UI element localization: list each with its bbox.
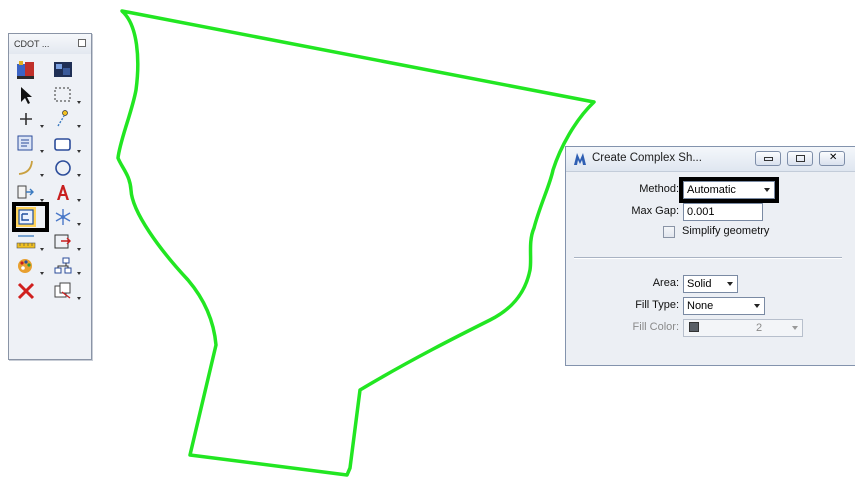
minimize-icon xyxy=(764,157,773,161)
fill-color-value: 2 xyxy=(755,322,763,334)
close-button[interactable]: ✕ xyxy=(819,151,845,166)
flyout-arrow-icon[interactable] xyxy=(40,198,44,202)
flyout-arrow-icon[interactable] xyxy=(40,272,44,275)
palette-tool-text[interactable] xyxy=(52,181,83,205)
fill-color-dropdown[interactable]: 2 xyxy=(683,319,803,337)
palette-tool-selection-box[interactable] xyxy=(52,83,83,107)
simplify-geometry-checkbox[interactable] xyxy=(663,226,675,238)
text-icon xyxy=(57,184,69,200)
flyout-arrow-icon[interactable] xyxy=(77,149,81,153)
fill-color-label-text: Fill Color: xyxy=(632,321,679,333)
dialog-separator xyxy=(574,257,842,259)
area-dropdown[interactable]: Solid xyxy=(683,275,738,293)
maximize-icon xyxy=(796,155,805,162)
copy-icon xyxy=(54,282,71,299)
chevron-down-icon xyxy=(764,188,770,192)
arc-icon xyxy=(18,160,33,175)
flyout-arrow-icon[interactable] xyxy=(40,125,44,128)
flyout-arrow-icon[interactable] xyxy=(77,100,81,104)
palette-tool-hierarchy[interactable] xyxy=(52,254,83,278)
palette-tool-copy[interactable] xyxy=(52,279,83,303)
fill-type-label-text: Fill Type: xyxy=(635,299,679,311)
hierarchy-icon xyxy=(54,257,72,274)
palette-tool-palette[interactable] xyxy=(15,254,46,278)
fill-type-label: Fill Type: xyxy=(635,299,679,311)
microstation-app-icon xyxy=(574,153,586,165)
simplify-geometry-label: Simplify geometry xyxy=(682,225,769,237)
chevron-down-icon xyxy=(727,282,733,286)
method-label: Method: xyxy=(639,183,679,195)
flyout-arrow-icon[interactable] xyxy=(77,125,81,128)
palette-tool-snowflake[interactable] xyxy=(52,205,83,229)
fill-type-value: None xyxy=(687,300,714,312)
area-label: Area: xyxy=(653,277,679,289)
palette-tool-seed-tool[interactable] xyxy=(15,58,46,82)
close-icon: ✕ xyxy=(829,152,838,163)
create-complex-shape-icon xyxy=(16,207,36,227)
palette-tool-fence[interactable] xyxy=(15,132,46,156)
measure-icon xyxy=(16,234,36,248)
area-value: Solid xyxy=(687,278,712,290)
simplify-geometry-label-text: Simplify geometry xyxy=(682,225,770,237)
palette-tool-view-tool[interactable] xyxy=(52,58,83,82)
place-point-icon xyxy=(57,110,68,127)
color-swatch-icon xyxy=(689,322,699,332)
select-arrow-icon xyxy=(21,86,32,104)
fill-type-dropdown[interactable]: None xyxy=(683,297,765,315)
seed-tool-icon xyxy=(17,61,34,79)
palette-tool-cell[interactable] xyxy=(15,181,46,205)
palette-tool-create-complex-shape[interactable] xyxy=(12,202,49,232)
flyout-arrow-icon[interactable] xyxy=(77,247,81,251)
max-gap-label-text: Max Gap: xyxy=(631,205,679,217)
palette-title: CDOT ... xyxy=(14,39,50,49)
place-line-cross-icon xyxy=(20,113,32,125)
flyout-arrow-icon[interactable] xyxy=(77,296,81,300)
palette-tool-circle[interactable] xyxy=(52,156,83,180)
palette-tool-select-arrow[interactable] xyxy=(15,83,46,107)
palette-tool-delete-x[interactable] xyxy=(15,279,46,303)
selection-box-icon xyxy=(54,87,71,101)
circle-icon xyxy=(55,160,71,176)
flyout-arrow-icon[interactable] xyxy=(77,272,81,275)
fence-icon xyxy=(17,135,33,150)
tool-palette: CDOT ... xyxy=(8,33,92,360)
dialog-title: Create Complex Sh... xyxy=(592,152,702,164)
palette-tool-arc[interactable] xyxy=(15,156,46,180)
chevron-down-icon xyxy=(754,304,760,308)
area-label-text: Area: xyxy=(652,277,679,289)
minimize-button[interactable] xyxy=(755,151,781,166)
rectangle-icon xyxy=(54,137,71,151)
flyout-arrow-icon[interactable] xyxy=(77,223,81,226)
method-dropdown[interactable]: Automatic xyxy=(679,177,779,203)
complex-shape-outline[interactable] xyxy=(116,9,596,477)
dialog-titlebar[interactable]: Create Complex Sh... ✕ xyxy=(566,147,855,172)
maximize-button[interactable] xyxy=(787,151,813,166)
palette-tool-rectangle[interactable] xyxy=(52,132,83,156)
flyout-arrow-icon[interactable] xyxy=(40,149,44,153)
palette-tool-place-line-cross[interactable] xyxy=(15,107,46,131)
flyout-arrow-icon[interactable] xyxy=(77,198,81,202)
flyout-arrow-icon[interactable] xyxy=(77,174,81,177)
palette-close-icon[interactable] xyxy=(78,39,86,47)
palette-tool-measure[interactable] xyxy=(15,230,46,254)
palette-tool-place-point[interactable] xyxy=(52,107,83,131)
delete-x-icon xyxy=(17,282,35,299)
fill-color-label: Fill Color: xyxy=(633,321,679,333)
cell-icon xyxy=(17,185,34,198)
snowflake-icon xyxy=(55,209,71,225)
palette-icon xyxy=(18,259,32,273)
flyout-arrow-icon[interactable] xyxy=(40,247,44,251)
flyout-arrow-icon[interactable] xyxy=(40,174,44,177)
max-gap-input[interactable]: 0.001 xyxy=(683,203,763,221)
create-complex-shape-dialog: Create Complex Sh... ✕ Method: Automatic… xyxy=(565,146,855,366)
move-icon xyxy=(54,234,71,248)
palette-tool-move[interactable] xyxy=(52,230,83,254)
chevron-down-icon xyxy=(792,326,798,330)
tool-grid xyxy=(12,58,83,303)
max-gap-label: Max Gap: xyxy=(631,205,679,217)
palette-titlebar[interactable]: CDOT ... xyxy=(9,34,91,54)
method-label-text: Method: xyxy=(639,183,679,195)
method-value: Automatic xyxy=(687,184,736,196)
view-tool-icon xyxy=(54,62,72,77)
